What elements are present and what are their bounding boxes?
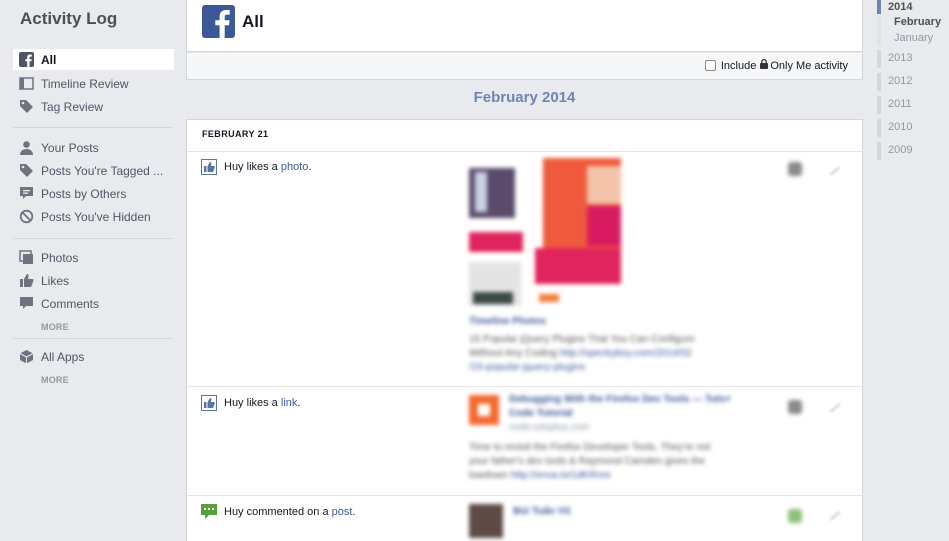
year-2014[interactable]: 2014 <box>888 1 912 13</box>
sidebar-item-posts-hidden[interactable]: Posts You've Hidden <box>13 206 174 227</box>
actor-name: Huy <box>224 161 244 173</box>
timeline-icon <box>19 76 34 91</box>
facebook-logo-icon <box>202 5 235 38</box>
cube-icon <box>19 349 34 364</box>
actor-name: Huy <box>224 397 244 409</box>
speech-bubble-icon <box>19 186 34 201</box>
year-marker <box>877 96 881 114</box>
sidebar-item-posts-by-others[interactable]: Posts by Others <box>13 183 174 204</box>
person-icon <box>19 140 34 155</box>
sidebar-item-all-apps[interactable]: All Apps <box>13 346 174 367</box>
page-title: Activity Log <box>20 9 118 28</box>
like-icon <box>201 395 217 411</box>
sidebar-item-posts-tagged[interactable]: Posts You're Tagged ... <box>13 160 174 181</box>
include-label: Include <box>720 59 757 72</box>
activity-verb: commented on a <box>246 506 329 518</box>
row-divider <box>187 151 862 152</box>
like-icon <box>201 159 217 175</box>
activity-item: Huy likes a photo. <box>201 159 311 175</box>
month-january[interactable]: January <box>894 32 933 44</box>
facebook-icon <box>19 52 34 67</box>
year-marker <box>877 142 881 160</box>
edit-icon[interactable] <box>829 166 841 176</box>
edit-icon[interactable] <box>829 403 841 413</box>
tag-icon <box>19 99 34 114</box>
sidebar-item-your-posts[interactable]: Your Posts <box>13 137 174 158</box>
day-header: FEBRUARY 21 <box>202 129 269 139</box>
sidebar-item-all[interactable]: All <box>13 49 174 70</box>
activity-verb: likes a <box>246 397 278 409</box>
activity-suffix: . <box>308 161 312 173</box>
sidebar-divider <box>13 338 173 339</box>
year-2011[interactable]: 2011 <box>888 98 912 110</box>
comment-icon <box>19 296 34 311</box>
more-link[interactable]: MORE <box>41 322 69 332</box>
year-2013[interactable]: 2013 <box>888 52 912 64</box>
audience-icon[interactable] <box>788 162 802 176</box>
lock-icon <box>760 58 769 72</box>
activity-item: Huy commented on a post. <box>201 504 355 520</box>
year-2010[interactable]: 2010 <box>888 121 912 133</box>
sidebar-item-timeline-review[interactable]: Timeline Review <box>13 73 174 94</box>
activity-feed: FEBRUARY 21 Huy likes a photo. Timeline … <box>186 119 863 541</box>
year-marker <box>877 119 881 137</box>
sidebar-divider <box>13 127 173 128</box>
month-heading: February 2014 <box>473 89 576 106</box>
post-preview[interactable]: Bùi Tuấn Vũ <box>469 502 669 541</box>
sidebar-item-photos[interactable]: Photos <box>13 247 174 268</box>
year-2009[interactable]: 2009 <box>888 144 912 156</box>
sidebar-item-likes[interactable]: Likes <box>13 270 174 291</box>
comment-green-icon <box>201 504 217 520</box>
sidebar-divider <box>13 238 173 239</box>
filter-bar: Include Only Me activity <box>186 52 863 80</box>
only-me-label: Only Me activity <box>770 59 848 72</box>
photos-icon <box>19 250 34 265</box>
thumbs-up-icon <box>19 273 34 288</box>
only-me-toggle[interactable]: Include Only Me activity <box>704 58 848 72</box>
edit-icon[interactable] <box>829 511 841 521</box>
row-divider <box>187 386 862 387</box>
activity-item: Huy likes a link. <box>201 395 300 411</box>
more-link[interactable]: MORE <box>41 375 69 385</box>
activity-object-link[interactable]: photo <box>281 161 309 173</box>
month-february[interactable]: February <box>894 16 941 28</box>
audience-icon[interactable] <box>788 400 802 414</box>
link-preview[interactable]: Debugging With the Firefox Dev Tools — T… <box>469 392 779 488</box>
hidden-icon <box>19 209 34 224</box>
activity-verb: likes a <box>246 161 278 173</box>
year-2012[interactable]: 2012 <box>888 75 912 87</box>
activity-object-link[interactable]: post <box>332 506 353 518</box>
tag-icon <box>19 163 34 178</box>
include-checkbox[interactable] <box>704 60 716 71</box>
filter-title: All <box>242 12 264 31</box>
year-marker <box>877 73 881 91</box>
year-marker <box>877 0 881 14</box>
sidebar-item-tag-review[interactable]: Tag Review <box>13 96 174 117</box>
photo-preview[interactable]: Timeline Photos 15 Popular jQuery Plugin… <box>469 156 769 376</box>
actor-name: Huy <box>224 506 244 518</box>
activity-suffix: . <box>297 397 301 409</box>
page-header: All <box>186 0 863 52</box>
sidebar: Activity Log All Timeline Review Tag Rev… <box>0 0 186 541</box>
audience-icon[interactable] <box>788 509 802 523</box>
year-navigation: 2014 February January 2013 2012 2011 201… <box>877 0 949 200</box>
year-marker <box>877 50 881 68</box>
month-marker <box>877 16 881 46</box>
activity-suffix: . <box>352 506 356 518</box>
sidebar-item-comments[interactable]: Comments <box>13 293 174 314</box>
row-divider <box>187 495 862 496</box>
activity-object-link[interactable]: link <box>281 397 298 409</box>
